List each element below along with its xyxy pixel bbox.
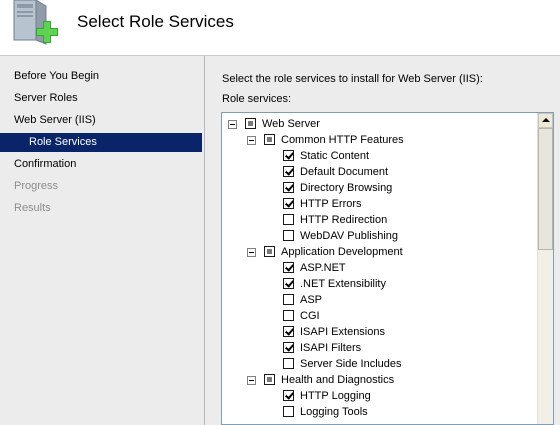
tree-item-static-content[interactable]: Static Content (222, 149, 532, 165)
tree-item-net-extensibility[interactable]: .NET Extensibility (222, 277, 532, 293)
nav-item-progress: Progress (14, 180, 59, 192)
main-panel: Select the role services to install for … (205, 56, 560, 425)
tree-item-label: WebDAV Publishing (300, 230, 399, 242)
role-service-checkbox[interactable] (283, 326, 294, 337)
collapse-toggle-icon[interactable] (247, 248, 256, 257)
role-service-checkbox[interactable] (283, 214, 294, 225)
collapse-toggle-icon[interactable] (228, 120, 237, 129)
scroll-up-button[interactable] (538, 113, 553, 128)
tree-item-label: ASP.NET (300, 262, 346, 274)
nav-item-confirmation[interactable]: Confirmation (0, 155, 202, 174)
nav-item-role-services[interactable]: Role Services (0, 133, 202, 152)
role-service-checkbox[interactable] (283, 342, 294, 353)
nav-item-results: Results (14, 202, 51, 214)
role-service-checkbox[interactable] (245, 118, 256, 129)
nav-item-before-you-begin[interactable]: Before You Begin (0, 67, 202, 86)
tree-item-label: HTTP Logging (300, 390, 371, 402)
tree-item-cgi[interactable]: CGI (222, 309, 532, 325)
tree-item-label: HTTP Redirection (300, 214, 388, 226)
collapse-toggle-icon[interactable] (247, 376, 256, 385)
tree-item-label: Server Side Includes (300, 358, 402, 370)
tree-item-isapi-filters[interactable]: ISAPI Filters (222, 341, 532, 357)
role-service-checkbox[interactable] (283, 182, 294, 193)
tree-item-label: Logging Tools (300, 406, 368, 418)
scroll-thumb[interactable] (538, 128, 553, 250)
instruction-text: Select the role services to install for … (222, 73, 483, 85)
tree-item-default-document[interactable]: Default Document (222, 165, 532, 181)
tree-item-label: ISAPI Filters (300, 342, 362, 354)
tree-item-server-side-includes[interactable]: Server Side Includes (222, 357, 532, 373)
tree-item-label: Health and Diagnostics (281, 374, 395, 386)
role-service-checkbox[interactable] (264, 134, 275, 145)
tree-item-label: ASP (300, 294, 323, 306)
role-services-label: Role services: (222, 93, 292, 105)
role-service-checkbox[interactable] (283, 358, 294, 369)
role-service-checkbox[interactable] (283, 278, 294, 289)
tree-item-label: HTTP Errors (300, 198, 362, 210)
tree-item-webdav-publishing[interactable]: WebDAV Publishing (222, 229, 532, 245)
tree-item-application-development[interactable]: Application Development (222, 245, 532, 261)
tree-item-label: ISAPI Extensions (300, 326, 385, 338)
tree-item-label: Web Server (262, 118, 320, 130)
role-service-checkbox[interactable] (283, 198, 294, 209)
vertical-scrollbar[interactable] (537, 113, 553, 424)
role-service-checkbox[interactable] (283, 294, 294, 305)
tree-item-http-logging[interactable]: HTTP Logging (222, 389, 532, 405)
role-service-checkbox[interactable] (283, 310, 294, 321)
tree-item-common-http-features[interactable]: Common HTTP Features (222, 133, 532, 149)
wizard-header: Select Role Services (0, 0, 560, 56)
wizard-nav: Before You Begin Server Roles Web Server… (0, 56, 205, 425)
role-service-checkbox[interactable] (283, 406, 294, 417)
tree-item-asp-net[interactable]: ASP.NET (222, 261, 532, 277)
tree-item-directory-browsing[interactable]: Directory Browsing (222, 181, 532, 197)
nav-item-web-server-iis[interactable]: Web Server (IIS) (0, 111, 202, 130)
tree-item-health-and-diagnostics[interactable]: Health and Diagnostics (222, 373, 532, 389)
role-service-checkbox[interactable] (283, 166, 294, 177)
tree-item-asp[interactable]: ASP (222, 293, 532, 309)
server-add-icon (13, 0, 58, 45)
tree-item-label: CGI (300, 310, 320, 322)
tree-item-label: Static Content (300, 150, 370, 162)
role-service-checkbox[interactable] (264, 246, 275, 257)
role-service-checkbox[interactable] (283, 230, 294, 241)
tree-item-label: Application Development (281, 246, 403, 258)
collapse-toggle-icon[interactable] (247, 136, 256, 145)
role-service-checkbox[interactable] (283, 390, 294, 401)
tree-item-http-redirection[interactable]: HTTP Redirection (222, 213, 532, 229)
tree-item-http-errors[interactable]: HTTP Errors (222, 197, 532, 213)
page-title: Select Role Services (77, 12, 234, 31)
tree-item-label: Directory Browsing (300, 182, 393, 194)
role-service-checkbox[interactable] (283, 150, 294, 161)
tree-item-isapi-extensions[interactable]: ISAPI Extensions (222, 325, 532, 341)
tree-item-web-server[interactable]: Web Server (222, 117, 532, 133)
role-services-tree[interactable]: Logging Tools HTTP Logging Health and Diag… (221, 112, 554, 425)
role-service-checkbox[interactable] (283, 262, 294, 273)
nav-item-server-roles[interactable]: Server Roles (0, 89, 202, 108)
tree-item-label: Default Document (300, 166, 389, 178)
tree-item-logging-tools[interactable]: Logging Tools (222, 405, 532, 421)
tree-item-label: .NET Extensibility (300, 278, 386, 290)
tree-item-label: Common HTTP Features (281, 134, 404, 146)
role-service-checkbox[interactable] (264, 374, 275, 385)
